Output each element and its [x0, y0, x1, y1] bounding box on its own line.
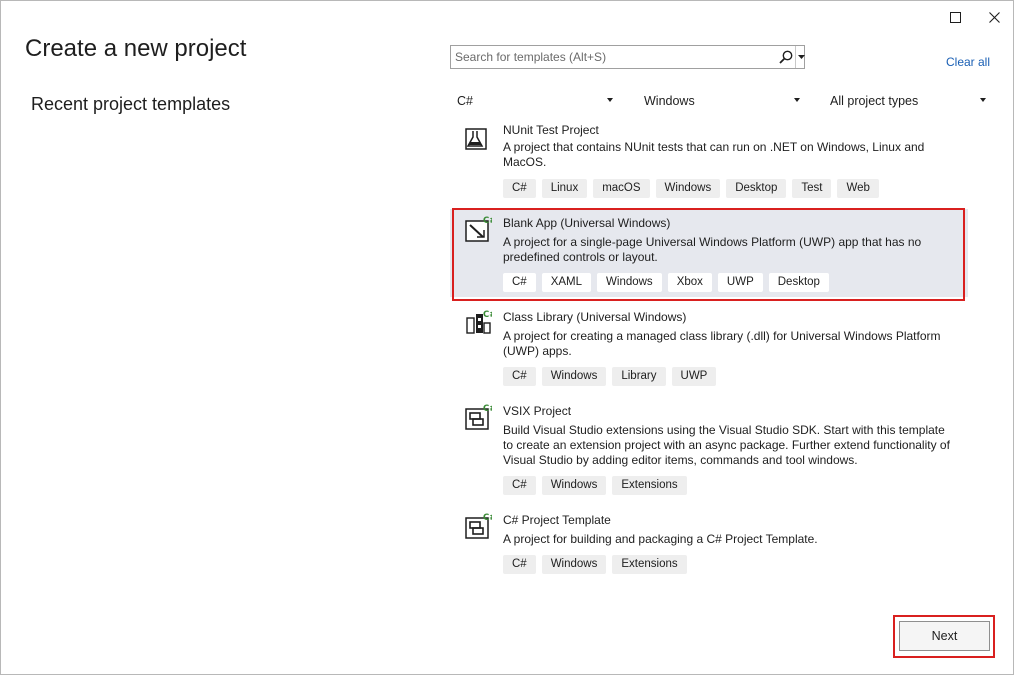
close-icon	[988, 11, 1000, 23]
chevron-down-icon	[797, 55, 805, 59]
tag: C#	[503, 555, 536, 574]
tag: Windows	[541, 555, 607, 574]
tag: Extensions	[612, 555, 687, 574]
tag: macOS	[593, 179, 650, 198]
tag: UWP	[671, 367, 717, 386]
csharp-badge: C#	[483, 216, 492, 226]
project-type-filter-value: All project types	[830, 94, 919, 108]
tag: Windows	[541, 367, 607, 386]
tag: C#	[503, 367, 536, 386]
recent-templates-heading: Recent project templates	[31, 94, 231, 114]
tag: C#	[503, 273, 536, 292]
tag: C#	[503, 476, 536, 495]
template-description: A project that contains NUnit tests that…	[503, 140, 925, 169]
close-button[interactable]	[974, 1, 1013, 33]
uwp-app-icon: C#	[465, 216, 492, 242]
language-filter-value: C#	[457, 94, 473, 108]
flask-icon	[465, 128, 487, 150]
dialog-window: Create a new project Recent project temp…	[0, 0, 1014, 675]
vsix-icon: C#	[465, 404, 492, 430]
chevron-down-icon	[980, 98, 986, 102]
tag: Windows	[597, 273, 662, 292]
tag: Test	[792, 179, 832, 198]
tag: Library	[612, 367, 666, 386]
template-item-csharp-project-template[interactable]: C# C# Project Template A project for bui…	[450, 506, 968, 586]
tag: Windows	[541, 476, 607, 495]
tag: Desktop	[726, 179, 787, 198]
language-filter[interactable]: C#	[457, 90, 613, 112]
page-title: Create a new project	[25, 35, 247, 62]
maximize-button[interactable]	[935, 1, 975, 33]
tag: XAML	[541, 273, 592, 292]
tag: Web	[837, 179, 879, 198]
csharp-badge: C#	[483, 513, 492, 523]
platform-filter[interactable]: Windows	[644, 90, 800, 112]
tag: Xbox	[667, 273, 712, 292]
next-button[interactable]: Next	[899, 621, 990, 651]
search-icon[interactable]	[778, 49, 794, 65]
tag: Extensions	[612, 476, 687, 495]
project-type-filter[interactable]: All project types	[830, 90, 986, 112]
template-name: NUnit Test Project	[503, 125, 599, 137]
tag-list: C# XAML Windows Xbox UWP Desktop	[503, 273, 829, 292]
search-input[interactable]	[451, 46, 775, 68]
template-name: Blank App (Universal Windows)	[503, 216, 671, 230]
class-library-icon: C#	[466, 310, 492, 334]
template-description: Build Visual Studio extensions using the…	[503, 423, 950, 467]
template-item[interactable]: NUnit Test Project A project that contai…	[450, 125, 968, 205]
tag: Desktop	[768, 273, 829, 292]
search-box[interactable]	[450, 45, 805, 69]
maximize-icon	[949, 11, 961, 23]
tag: Windows	[655, 179, 721, 198]
tag: Linux	[541, 179, 588, 198]
project-template-icon: C#	[465, 513, 492, 539]
template-name: Class Library (Universal Windows)	[503, 310, 687, 324]
tag-list: C# Linux macOS Windows Desktop Test Web	[503, 179, 879, 198]
tag: UWP	[717, 273, 763, 292]
tag-list: C# Windows Extensions	[503, 555, 687, 574]
tag-list: C# Windows Library UWP	[503, 367, 717, 386]
chevron-down-icon	[794, 98, 800, 102]
template-item-class-library[interactable]: C# Class Library (Universal Windows) A p…	[450, 303, 968, 393]
csharp-badge: C#	[483, 404, 492, 414]
template-name: VSIX Project	[503, 404, 572, 418]
platform-filter-value: Windows	[644, 94, 695, 108]
template-list[interactable]: NUnit Test Project A project that contai…	[450, 125, 968, 593]
tag-list: C# Windows Extensions	[503, 476, 687, 495]
template-description: A project for creating a managed class l…	[503, 329, 941, 358]
template-item-vsix[interactable]: C# VSIX Project Build Visual Studio exte…	[450, 397, 968, 502]
template-name: C# Project Template	[503, 513, 611, 527]
search-options-dropdown[interactable]	[795, 46, 806, 68]
template-item-blank-app[interactable]: C# Blank App (Universal Windows) A proje…	[450, 209, 968, 297]
chevron-down-icon	[607, 98, 613, 102]
csharp-badge: C#	[483, 310, 492, 320]
template-description: A project for building and packaging a C…	[503, 532, 818, 546]
tag: C#	[503, 179, 536, 198]
template-description: A project for a single-page Universal Wi…	[503, 235, 922, 264]
clear-all-link[interactable]: Clear all	[946, 55, 990, 69]
